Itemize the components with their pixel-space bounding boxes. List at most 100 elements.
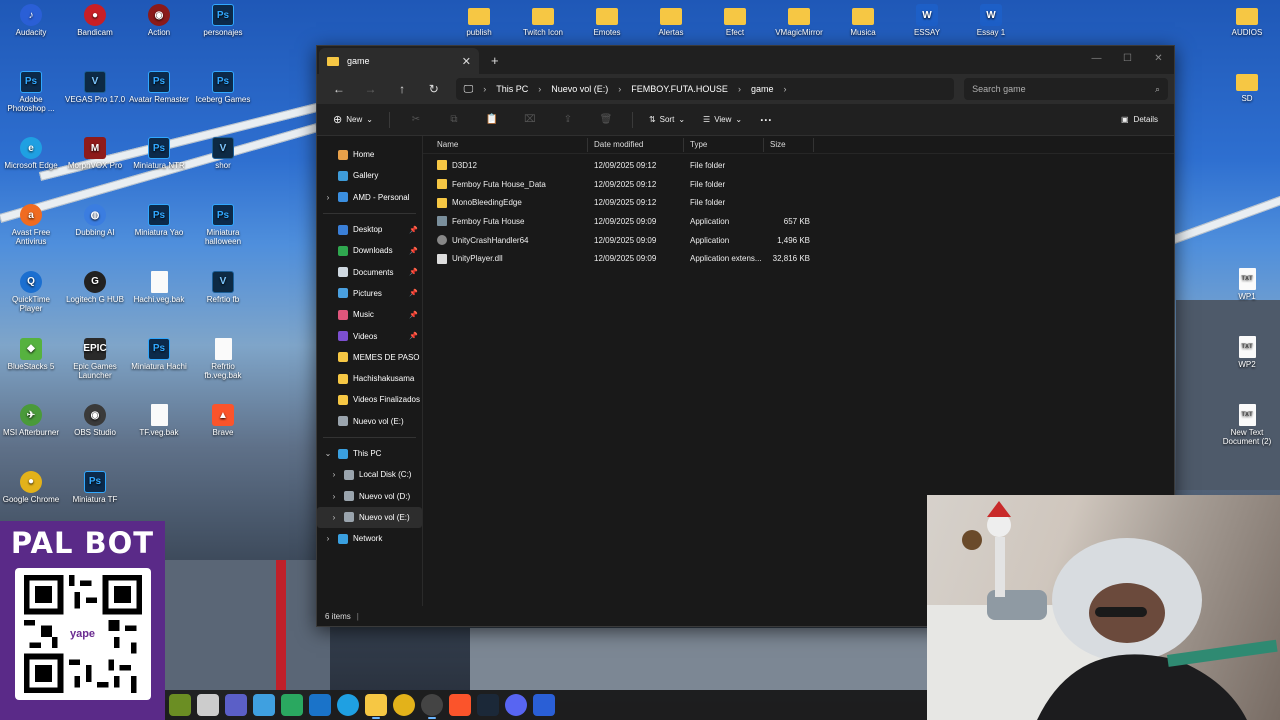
- desktop-icon[interactable]: TF.veg.bak: [128, 404, 190, 437]
- desktop-icon[interactable]: TXT WP1: [1216, 268, 1278, 301]
- expand-chevron-icon[interactable]: ›: [329, 513, 339, 522]
- more-options-button[interactable]: ···: [754, 113, 778, 127]
- cut-button[interactable]: ✂: [400, 114, 432, 125]
- desktop-icon[interactable]: G Logitech G HUB: [64, 270, 126, 304]
- desktop-icon[interactable]: Hachi.veg.bak: [128, 270, 190, 304]
- obs-icon[interactable]: [421, 694, 443, 719]
- desktop-icon[interactable]: AUDIOS: [1216, 4, 1278, 37]
- file-row[interactable]: D3D12 12/09/2025 09:12 File folder: [423, 156, 1174, 175]
- sort-button[interactable]: ⇅ Sort ⌄: [643, 115, 691, 124]
- file-row[interactable]: UnityPlayer.dll 12/09/2025 09:09 Applicati…: [423, 249, 1174, 268]
- sidebar-item[interactable]: › Nuevo vol (E:): [317, 506, 422, 529]
- breadcrumb-femboy-futa-house[interactable]: FEMBOY.FUTA.HOUSE: [631, 84, 728, 94]
- desktop-icon[interactable]: Alertas: [640, 4, 702, 37]
- view-button[interactable]: ☰ View ⌄: [697, 115, 748, 124]
- close-tab-icon[interactable]: ✕: [462, 55, 471, 68]
- task-view-icon[interactable]: [197, 694, 219, 716]
- desktop-icon[interactable]: EPIC Epic Games Launcher: [64, 337, 126, 380]
- desktop-icon[interactable]: a Avast Free Antivirus: [0, 204, 62, 246]
- desktop-icon[interactable]: Ps Miniatura halloween: [192, 204, 254, 246]
- minecraft-icon[interactable]: [169, 694, 191, 716]
- expand-chevron-icon[interactable]: ›: [323, 534, 333, 543]
- sidebar-item[interactable]: Videos 📌: [317, 325, 422, 346]
- desktop-icon[interactable]: Emotes: [576, 4, 638, 37]
- discord-icon[interactable]: [505, 694, 527, 716]
- expand-chevron-icon[interactable]: ›: [323, 193, 333, 202]
- delete-button[interactable]: 🗑: [590, 114, 622, 125]
- sidebar-item[interactable]: Nuevo vol (E:): [317, 411, 422, 432]
- desktop-icon[interactable]: Efect: [704, 4, 766, 37]
- desktop-icon[interactable]: Q QuickTime Player: [0, 270, 62, 313]
- desktop-icon[interactable]: e Microsoft Edge: [0, 137, 62, 170]
- breadcrumb-this-pc[interactable]: This PC: [496, 84, 528, 94]
- sidebar-item[interactable]: Desktop 📌: [317, 219, 422, 240]
- forward-button[interactable]: →: [355, 82, 387, 96]
- desktop-icon[interactable]: ◉ OBS Studio: [64, 404, 126, 437]
- desktop-icon[interactable]: Twitch Icon: [512, 4, 574, 37]
- address-bar[interactable]: 🖵 › This PC › Nuevo vol (E:) › FEMBOY.FU…: [455, 78, 955, 100]
- copilot-icon[interactable]: [253, 694, 275, 716]
- desktop-icon[interactable]: M MorphVOX Pro: [64, 137, 126, 170]
- minimize-button[interactable]: —: [1081, 46, 1112, 70]
- steam-icon[interactable]: [477, 694, 499, 716]
- sidebar-item[interactable]: › Local Disk (C:): [317, 464, 422, 485]
- sidebar-item[interactable]: MEMES DE PASO: [317, 347, 422, 368]
- sidebar-item[interactable]: Music 📌: [317, 304, 422, 325]
- file-explorer-icon[interactable]: [365, 694, 387, 719]
- desktop-icon[interactable]: V VEGAS Pro 17.0: [64, 70, 126, 104]
- new-tab-button[interactable]: +: [491, 53, 499, 68]
- sidebar-item[interactable]: › AMD - Personal: [317, 187, 422, 208]
- edge-icon[interactable]: [337, 694, 359, 716]
- column-size[interactable]: Size: [764, 137, 814, 152]
- breadcrumb-nuevo-vol[interactable]: Nuevo vol (E:): [551, 84, 608, 94]
- brave-icon[interactable]: [449, 694, 471, 716]
- desktop-icon[interactable]: Ps Miniatura Hachi: [128, 337, 190, 371]
- sidebar-item[interactable]: Downloads 📌: [317, 240, 422, 261]
- desktop-icon[interactable]: ◉ Action: [128, 4, 190, 37]
- teams-icon[interactable]: [225, 694, 247, 716]
- calculator-icon[interactable]: [281, 694, 303, 716]
- sidebar-item[interactable]: ⌄ This PC: [317, 443, 422, 464]
- maximize-button[interactable]: ☐: [1112, 46, 1143, 70]
- details-button[interactable]: ▣ Details: [1115, 115, 1164, 124]
- file-row[interactable]: Femboy Futa House 12/09/2025 09:09 Applica…: [423, 212, 1174, 231]
- file-row[interactable]: Femboy Futa House_Data 12/09/2025 09:12 Fi…: [423, 175, 1174, 194]
- expand-chevron-icon[interactable]: ›: [329, 470, 339, 479]
- desktop-icon[interactable]: Refrtio fb.veg.bak: [192, 337, 254, 380]
- sidebar-item[interactable]: Home: [317, 144, 422, 165]
- desktop-icon[interactable]: ◍ Dubbing AI: [64, 204, 126, 237]
- column-date-modified[interactable]: Date modified: [588, 137, 684, 152]
- desktop-icon[interactable]: Ps Miniatura NTR: [128, 137, 190, 170]
- refresh-button[interactable]: ↻: [418, 82, 450, 96]
- desktop-icon[interactable]: V Refrtio fb: [192, 270, 254, 304]
- desktop-icon[interactable]: VMagicMirror: [768, 4, 830, 37]
- desktop-icon[interactable]: publish: [448, 4, 510, 37]
- column-type[interactable]: Type: [684, 137, 764, 152]
- file-row[interactable]: MonoBleedingEdge 12/09/2025 09:12 File fol…: [423, 193, 1174, 212]
- desktop-icon[interactable]: Vshor: [192, 137, 254, 170]
- new-button[interactable]: ⊕ New ⌄: [327, 113, 379, 126]
- rename-button[interactable]: ⌧: [514, 114, 546, 125]
- paste-button[interactable]: 📋: [476, 114, 508, 125]
- desktop-icon[interactable]: Musica: [832, 4, 894, 37]
- desktop-icon[interactable]: W Essay 1: [960, 4, 1022, 37]
- desktop-icon[interactable]: Ps personajes: [192, 4, 254, 37]
- desktop-icon[interactable]: ♪ Audacity: [0, 4, 62, 37]
- sidebar-item[interactable]: Hachishakusama: [317, 368, 422, 389]
- search-input[interactable]: Search game ⌕: [964, 78, 1168, 100]
- breadcrumb-game[interactable]: game: [751, 84, 774, 94]
- chrome-icon[interactable]: [393, 694, 415, 716]
- sidebar-item[interactable]: Videos Finalizados: [317, 389, 422, 410]
- desktop-icon[interactable]: TXT New Text Document (2): [1216, 404, 1278, 446]
- desktop-icon[interactable]: ▲ Brave: [192, 404, 254, 437]
- column-name[interactable]: Name: [423, 137, 588, 152]
- expand-chevron-icon[interactable]: ›: [329, 492, 339, 501]
- up-button[interactable]: ↑: [386, 82, 418, 96]
- copy-button[interactable]: ⧉: [438, 114, 470, 125]
- desktop-icon[interactable]: ● Bandicam: [64, 4, 126, 37]
- desktop-icon[interactable]: ● Google Chrome: [0, 470, 62, 504]
- desktop-icon[interactable]: ◆ BlueStacks 5: [0, 337, 62, 371]
- outlook-icon[interactable]: [309, 694, 331, 716]
- desktop-icon[interactable]: TXT WP2: [1216, 336, 1278, 369]
- audacity-icon[interactable]: [533, 694, 555, 716]
